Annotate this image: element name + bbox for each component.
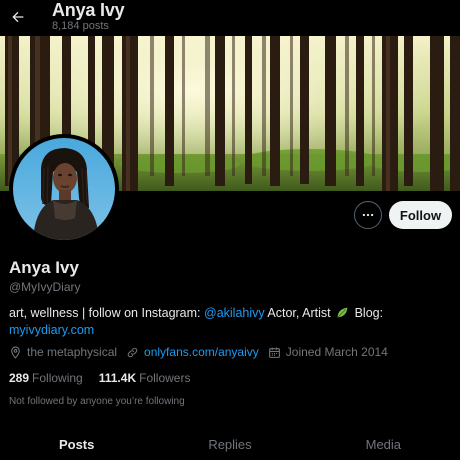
header-title: Anya Ivy <box>52 0 125 20</box>
profile-tabs: Posts Replies Media <box>0 426 460 460</box>
followers-count: 111.4K <box>98 371 137 385</box>
location-text: the metaphysical <box>27 345 118 359</box>
more-options-button[interactable] <box>354 201 382 229</box>
following-link[interactable]: 289 Following <box>9 371 83 385</box>
website-link[interactable]: onlyfans.com/anyaivy <box>144 345 259 359</box>
link-icon <box>127 347 138 357</box>
profile-bio: art, wellness | follow on Instagram: @ak… <box>9 305 449 339</box>
profile-handle: @MyIvyDiary <box>9 280 81 294</box>
leaf-emoji-icon <box>337 307 348 318</box>
back-button[interactable] <box>4 3 32 31</box>
profile-name: Anya Ivy <box>9 258 79 277</box>
profile-page: Anya Ivy 8,184 posts Follow Anya Ivy @My… <box>0 0 460 460</box>
website-item: onlyfans.com/anyaivy <box>126 345 259 359</box>
more-dots-icon <box>362 213 374 217</box>
location-item: the metaphysical <box>9 345 117 359</box>
calendar-icon <box>268 347 280 358</box>
tab-posts[interactable]: Posts <box>0 426 153 460</box>
joined-item: Joined March 2014 <box>268 345 388 359</box>
follow-button[interactable]: Follow <box>389 201 452 229</box>
bio-text: Blog: <box>351 306 384 320</box>
avatar[interactable] <box>9 134 119 244</box>
followers-link[interactable]: 111.4K Followers <box>99 371 191 385</box>
tab-media[interactable]: Media <box>307 426 460 460</box>
back-arrow-icon <box>12 11 24 23</box>
followed-by-note: Not followed by anyone you’re following <box>9 396 185 407</box>
profile-meta: the metaphysical onlyfans.com/anyaivy Jo… <box>9 345 454 359</box>
bio-blog-link[interactable]: myivydiary.com <box>9 323 94 337</box>
joined-text: Joined March 2014 <box>285 345 388 359</box>
avatar-photo <box>13 138 115 240</box>
following-label: Following <box>32 371 83 385</box>
following-count: 289 <box>9 371 30 385</box>
location-pin-icon <box>11 346 20 359</box>
bio-text: art, wellness | follow on Instagram: <box>9 306 204 320</box>
bio-text: Actor, Artist <box>264 306 331 320</box>
tab-replies[interactable]: Replies <box>153 426 306 460</box>
header-post-count: 8,184 posts <box>52 20 109 32</box>
bio-instagram-mention[interactable]: @akilahivy <box>204 306 265 320</box>
follow-stats: 289 Following 111.4K Followers <box>9 371 206 385</box>
top-bar: Anya Ivy 8,184 posts <box>0 0 460 36</box>
followers-label: Followers <box>139 371 191 385</box>
